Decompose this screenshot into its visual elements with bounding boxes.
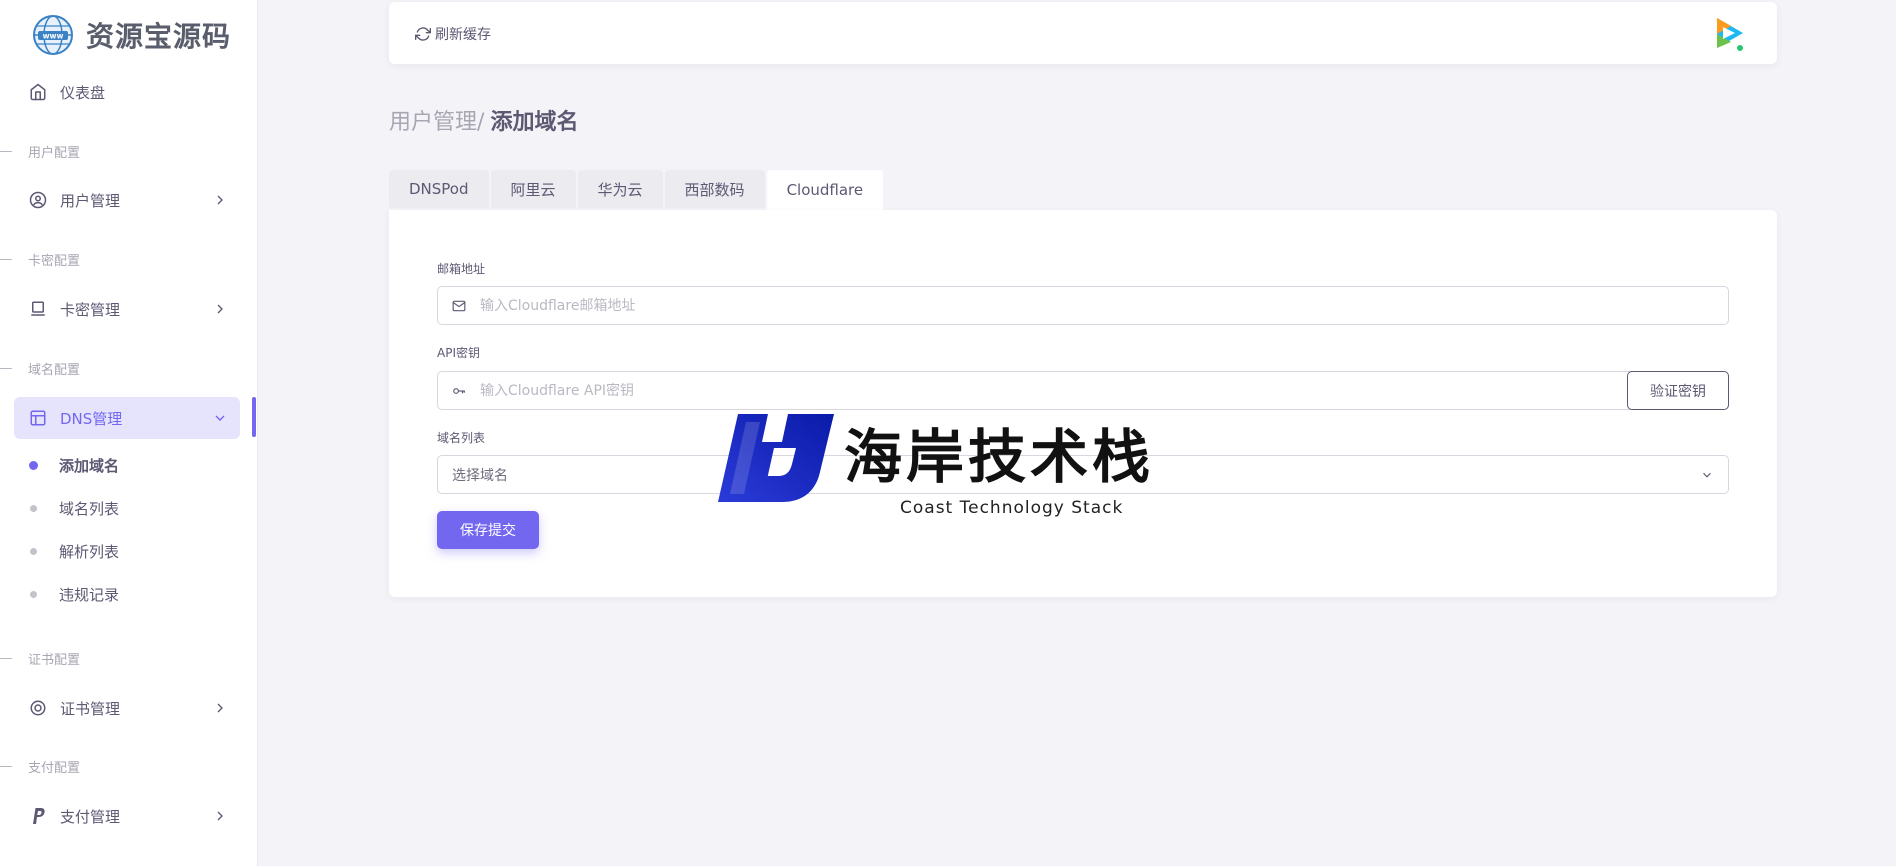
home-icon — [28, 82, 48, 102]
chevron-right-icon — [217, 304, 223, 314]
sidebar-item-pay-management[interactable]: 支付管理 — [14, 795, 240, 837]
sidebar-item-label: 仪表盘 — [60, 83, 106, 102]
nav-header-card: 卡密配置 — [0, 249, 80, 269]
form-card: 邮箱地址 API密钥 验证密钥 域名列表 选择域名 保存提交 — [389, 210, 1777, 597]
domain-select-value: 选择域名 — [452, 467, 508, 484]
tab-cloudflare[interactable]: Cloudflare — [766, 170, 884, 210]
aperture-icon — [28, 698, 48, 718]
breadcrumb: 用户管理 / 添加域名 — [389, 104, 578, 136]
window-icon — [28, 408, 48, 428]
svg-text:www: www — [43, 32, 64, 41]
sidebar-item-label: 用户管理 — [60, 191, 121, 210]
bullet-dot-icon — [30, 547, 37, 555]
verify-key-button[interactable]: 验证密钥 — [1627, 371, 1729, 410]
sidebar-item-label: 支付管理 — [60, 807, 121, 826]
brand[interactable]: www 资源宝源码 — [32, 14, 231, 56]
bullet-dot-icon — [29, 460, 38, 470]
paypal-icon — [28, 806, 48, 826]
nav-header-pay: 支付配置 — [0, 756, 80, 776]
sidebar-item-cert-management[interactable]: 证书管理 — [14, 687, 240, 729]
chevron-right-icon — [217, 195, 223, 205]
laptop-icon — [28, 299, 48, 319]
key-icon — [438, 384, 480, 398]
tab-aliyun[interactable]: 阿里云 — [490, 170, 576, 208]
user-avatar[interactable] — [1711, 14, 1747, 54]
api-key-input-group: 验证密钥 — [437, 371, 1729, 410]
globe-www-logo-icon: www — [33, 15, 73, 55]
bullet-dot-icon — [30, 590, 37, 598]
bullet-dot-icon — [30, 504, 37, 512]
refresh-icon — [415, 27, 431, 41]
domain-select[interactable]: 选择域名 — [437, 455, 1729, 494]
domain-list-label: 域名列表 — [437, 431, 486, 445]
sidebar-subitem-resolve-list[interactable]: 解析列表 — [30, 536, 119, 566]
tab-huaweicloud[interactable]: 华为云 — [577, 170, 663, 208]
tab-west-digital[interactable]: 西部数码 — [664, 170, 765, 208]
chevron-down-icon — [215, 415, 225, 421]
save-submit-button[interactable]: 保存提交 — [437, 511, 539, 549]
email-input-group — [437, 286, 1729, 325]
sidebar-item-label: 证书管理 — [60, 699, 121, 718]
user-circle-icon — [28, 190, 48, 210]
sidebar-item-user-management[interactable]: 用户管理 — [14, 179, 240, 221]
provider-tabs: DNSPod 阿里云 华为云 西部数码 Cloudflare — [389, 170, 885, 210]
nav-header-cert: 证书配置 — [0, 648, 80, 668]
sidebar-item-label: 卡密管理 — [60, 300, 121, 319]
chevron-down-icon — [1703, 472, 1711, 478]
chevron-right-icon — [217, 811, 223, 821]
refresh-cache-button[interactable]: 刷新缓存 — [415, 24, 491, 44]
mail-icon — [438, 299, 480, 313]
api-key-label: API密钥 — [437, 346, 480, 360]
tab-dnspod[interactable]: DNSPod — [389, 170, 489, 208]
sidebar-item-dns-management[interactable]: DNS管理 — [14, 397, 240, 439]
email-field[interactable] — [480, 287, 1728, 324]
breadcrumb-separator: / — [477, 110, 485, 135]
breadcrumb-parent[interactable]: 用户管理 — [389, 104, 477, 136]
nav-header-domain: 域名配置 — [0, 358, 80, 378]
email-label: 邮箱地址 — [437, 262, 486, 276]
sidebar-subitem-domain-list[interactable]: 域名列表 — [30, 493, 119, 523]
page-title: 添加域名 — [490, 110, 579, 135]
sidebar-item-dashboard[interactable]: 仪表盘 — [14, 71, 240, 113]
sidebar-item-label: DNS管理 — [60, 409, 123, 428]
top-navbar: 刷新缓存 — [389, 2, 1777, 64]
active-indicator — [252, 397, 256, 437]
play-logo-avatar-icon — [1717, 18, 1744, 52]
sidebar-item-card-management[interactable]: 卡密管理 — [14, 288, 240, 330]
sidebar-subitem-add-domain[interactable]: 添加域名 — [29, 450, 119, 480]
chevron-right-icon — [217, 703, 223, 713]
sidebar-subitem-violation-records[interactable]: 违规记录 — [30, 579, 119, 609]
sidebar: www 资源宝源码 仪表盘 用户配置 用户管理 卡密配置 卡密管理 域名配置 D… — [0, 0, 258, 866]
nav-header-user: 用户配置 — [0, 141, 80, 161]
brand-name: 资源宝源码 — [86, 20, 232, 53]
api-key-field[interactable] — [480, 372, 1728, 409]
